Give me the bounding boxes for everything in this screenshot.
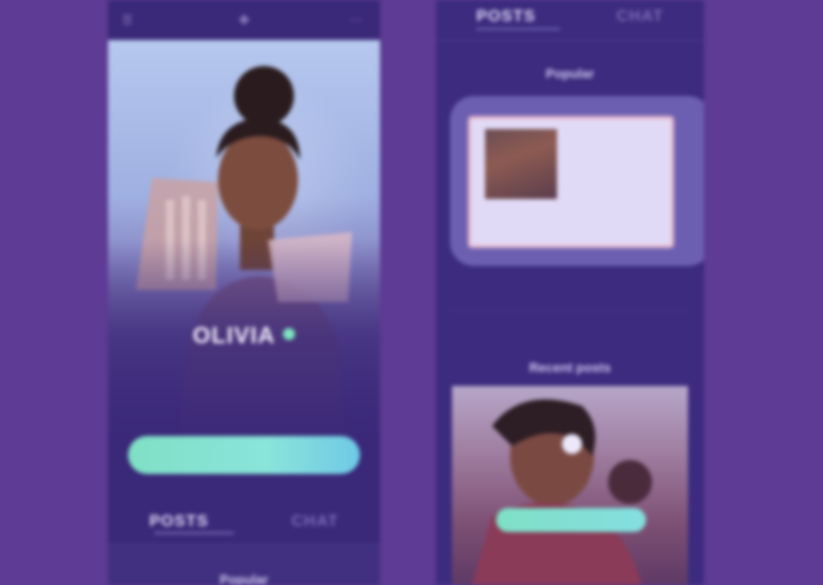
recent-post-image [472,399,652,585]
profile-hero [108,40,380,450]
category-strip [450,310,690,338]
menu-icon[interactable]: ☰ [122,14,138,26]
follow-button[interactable] [128,436,360,474]
right-phone-screen: POSTS CHAT Popular Recent posts [436,0,704,585]
tab-chat[interactable]: CHAT [291,513,338,531]
post-thumbnail[interactable] [485,129,557,199]
tab-chat[interactable]: CHAT [616,8,663,26]
popular-section-title: Popular [545,66,595,81]
play-icon[interactable] [562,434,582,454]
profile-tabs: POSTS CHAT [108,502,380,542]
more-icon[interactable]: ⋯ [350,14,366,26]
recent-posts-title: Recent posts [529,360,611,375]
profile-name-row: OLIVIA [108,322,380,349]
recent-post-button[interactable] [496,508,646,532]
tab-posts-underline [476,28,560,30]
app-logo-icon: ⟡ [238,11,250,28]
tabs-divider [436,40,704,41]
tab-posts[interactable]: POSTS [476,8,535,26]
popular-post-card[interactable] [468,116,674,248]
feed-section-title: Popular [219,572,269,585]
verified-badge-icon [283,328,296,340]
profile-name: OLIVIA [192,322,276,348]
top-bar: ☰ ⟡ ⋯ [108,0,380,40]
left-phone-screen: ☰ ⟡ ⋯ OLIVIA POSTS CHAT Popular [108,0,380,585]
tab-posts-underline [154,532,234,534]
recent-post-card[interactable] [452,386,688,585]
tab-posts[interactable]: POSTS [149,513,208,531]
